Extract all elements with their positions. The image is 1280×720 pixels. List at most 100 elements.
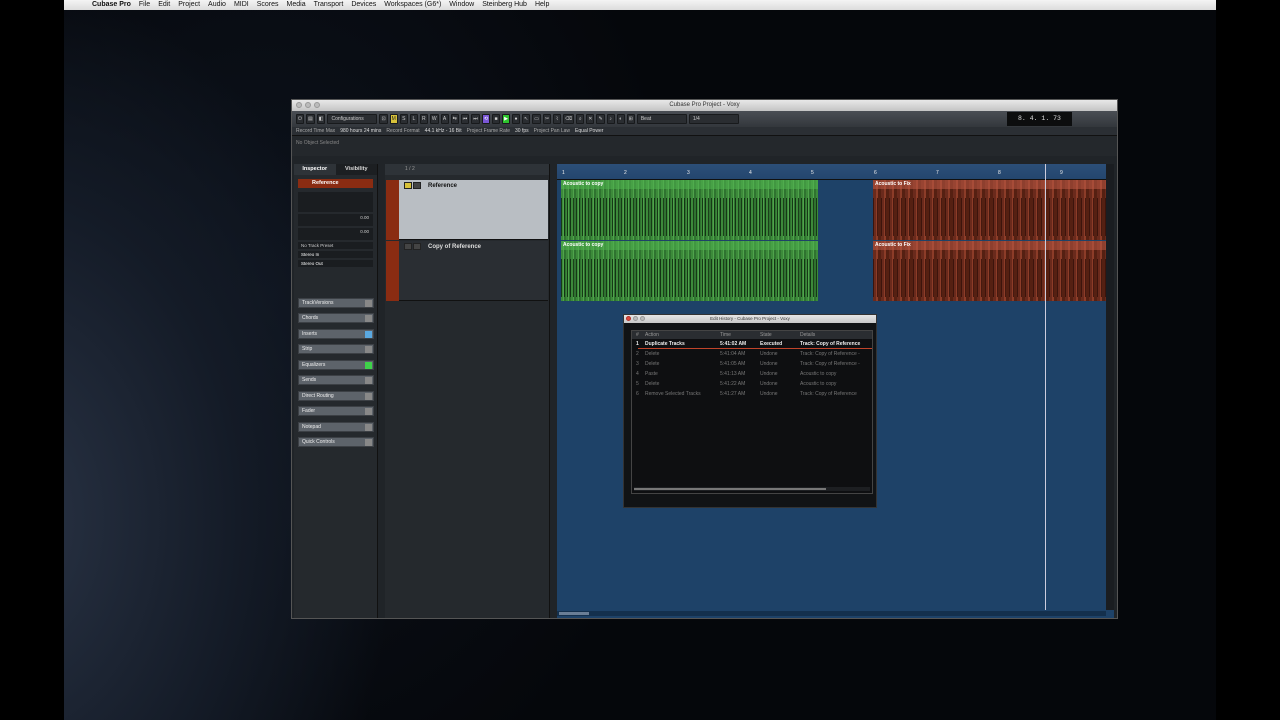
table-row[interactable]: 3 Delete 5:41:05 AM Undone Track: Copy of Re…: [632, 359, 872, 369]
tab-visibility[interactable]: Visibility: [335, 164, 377, 175]
menu-steinberg-hub[interactable]: Steinberg Hub: [482, 0, 527, 10]
frame-rate-value[interactable]: 30 fps: [515, 128, 529, 134]
lock-icon[interactable]: ⊡: [379, 114, 388, 124]
pan-value[interactable]: 0.00: [298, 228, 373, 240]
zoom-button[interactable]: [314, 102, 320, 108]
section-equalizers[interactable]: Equalizers: [298, 360, 374, 370]
section-inserts[interactable]: Inserts: [298, 329, 374, 339]
menu-workspaces[interactable]: Workspaces (G6*): [384, 0, 441, 10]
snap-toggle-icon[interactable]: ⊞: [626, 114, 635, 124]
section-direct-routing[interactable]: Direct Routing: [298, 391, 374, 401]
menu-midi[interactable]: MIDI: [234, 0, 249, 10]
minimize-button[interactable]: [305, 102, 311, 108]
menu-transport[interactable]: Transport: [314, 0, 344, 10]
output-routing[interactable]: Stereo Out: [298, 260, 373, 267]
section-notepad[interactable]: Notepad: [298, 422, 374, 432]
section-chords[interactable]: Chords: [298, 313, 374, 323]
record-time-value[interactable]: 980 hours 24 mins: [340, 128, 381, 134]
track-copy-of-reference[interactable]: Copy of Reference: [386, 241, 548, 301]
glue-tool-icon[interactable]: ⌇: [553, 114, 562, 124]
history-horizontal-scrollbar[interactable]: [634, 487, 870, 491]
audio-event[interactable]: Acoustic to copy: [561, 180, 818, 240]
menu-project[interactable]: Project: [178, 0, 200, 10]
draw-tool-icon[interactable]: ✎: [596, 114, 605, 124]
tab-inspector[interactable]: Inspector: [294, 164, 336, 175]
time-display[interactable]: 8. 4. 1. 73: [1007, 112, 1072, 126]
table-row[interactable]: 4 Paste 5:41:13 AM Undone Acoustic to copy: [632, 369, 872, 379]
horizontal-scrollbar[interactable]: [557, 611, 1106, 616]
erase-tool-icon[interactable]: ⌫: [563, 114, 575, 124]
menu-devices[interactable]: Devices: [351, 0, 376, 10]
zoom-button[interactable]: [640, 316, 645, 321]
track-controls[interactable]: [404, 182, 421, 189]
zones-icon[interactable]: ◧: [316, 114, 326, 124]
snap-type-select[interactable]: Beat: [636, 114, 687, 124]
audio-event[interactable]: Acoustic to copy: [561, 241, 818, 301]
timeline-ruler[interactable]: 1 2 3 4 5 6 7 8 9: [557, 164, 1106, 180]
mute-state-button[interactable]: M: [389, 114, 398, 124]
volume-value[interactable]: 0.00: [298, 214, 373, 226]
object-select-tool-icon[interactable]: ↖: [522, 114, 531, 124]
mute-tool-icon[interactable]: ✕: [586, 114, 595, 124]
track-reference[interactable]: Reference: [386, 180, 548, 240]
table-row[interactable]: 5 Delete 5:41:22 AM Undone Acoustic to copy: [632, 379, 872, 389]
scrollbar-thumb[interactable]: [634, 488, 826, 490]
menu-media[interactable]: Media: [287, 0, 306, 10]
menu-window[interactable]: Window: [449, 0, 474, 10]
track-preset-field[interactable]: No Track Preset: [298, 242, 373, 249]
track-name[interactable]: Reference: [428, 183, 457, 189]
section-fader[interactable]: Fader: [298, 406, 374, 416]
project-cursor[interactable]: [1045, 164, 1046, 610]
range-tool-icon[interactable]: ▭: [532, 114, 541, 124]
cycle-icon[interactable]: ⟲: [481, 114, 491, 124]
pan-law-value[interactable]: Equal Power: [575, 128, 603, 134]
table-row[interactable]: 1 Duplicate Tracks 5:41:02 AM Executed Track…: [632, 339, 872, 349]
stop-icon[interactable]: ■: [492, 114, 501, 124]
section-strip[interactable]: Strip: [298, 344, 374, 354]
close-button[interactable]: [626, 316, 631, 321]
listen-state-button[interactable]: L: [409, 114, 418, 124]
automation-mode-button[interactable]: A: [440, 114, 449, 124]
track-buttons-row[interactable]: [298, 192, 373, 212]
autoscroll-icon[interactable]: ⇆: [450, 114, 459, 124]
audio-event[interactable]: Acoustic to Fix: [873, 180, 1106, 240]
col-details: Details: [800, 332, 816, 338]
section-quick-controls[interactable]: Quick Controls: [298, 437, 374, 447]
track-name[interactable]: Copy of Reference: [428, 244, 481, 250]
close-button[interactable]: [296, 102, 302, 108]
write-automation-button[interactable]: W: [429, 114, 439, 124]
read-automation-button[interactable]: R: [419, 114, 428, 124]
record-icon[interactable]: ●: [512, 114, 521, 124]
solo-state-button[interactable]: S: [399, 114, 408, 124]
menu-help[interactable]: Help: [535, 0, 549, 10]
table-row[interactable]: 2 Delete 5:41:04 AM Undone Track: Copy of Re…: [632, 349, 872, 359]
split-tool-icon[interactable]: ✂: [542, 114, 552, 124]
menu-edit[interactable]: Edit: [158, 0, 170, 10]
section-sends[interactable]: Sends: [298, 375, 374, 385]
color-tool-icon[interactable]: ◐: [616, 114, 625, 124]
menu-scores[interactable]: Scores: [257, 0, 279, 10]
quantize-select[interactable]: 1/4: [688, 114, 739, 124]
vertical-scrollbar[interactable]: [1106, 164, 1114, 610]
scrollbar-thumb[interactable]: [559, 612, 589, 615]
inspector-track-name[interactable]: Reference: [298, 179, 373, 188]
zoom-tool-icon[interactable]: ⌕: [576, 114, 585, 124]
forward-icon[interactable]: ⏭: [471, 114, 480, 124]
menu-audio[interactable]: Audio: [208, 0, 226, 10]
menu-app-name[interactable]: Cubase Pro: [92, 0, 131, 10]
window-layout-icon[interactable]: ▤: [306, 114, 315, 124]
audio-event[interactable]: Acoustic to Fix: [873, 241, 1106, 301]
track-controls[interactable]: [404, 243, 421, 250]
minimize-button[interactable]: [633, 316, 638, 321]
power-icon[interactable]: ⏻: [296, 114, 304, 124]
window-title: Cubase Pro Project - Voxy: [669, 102, 740, 108]
configurations-button[interactable]: Configurations: [327, 114, 378, 124]
play-tool-icon[interactable]: ♪: [606, 114, 615, 124]
play-icon[interactable]: ▶: [502, 114, 511, 124]
section-trackversions[interactable]: TrackVersions: [298, 298, 374, 308]
table-row[interactable]: 6 Remove Selected Tracks 5:41:27 AM Undone T…: [632, 389, 872, 399]
menu-file[interactable]: File: [139, 0, 150, 10]
record-format-value[interactable]: 44.1 kHz - 16 Bit: [425, 128, 462, 134]
rewind-icon[interactable]: ⏮: [460, 114, 470, 124]
input-routing[interactable]: Stereo In: [298, 251, 373, 258]
